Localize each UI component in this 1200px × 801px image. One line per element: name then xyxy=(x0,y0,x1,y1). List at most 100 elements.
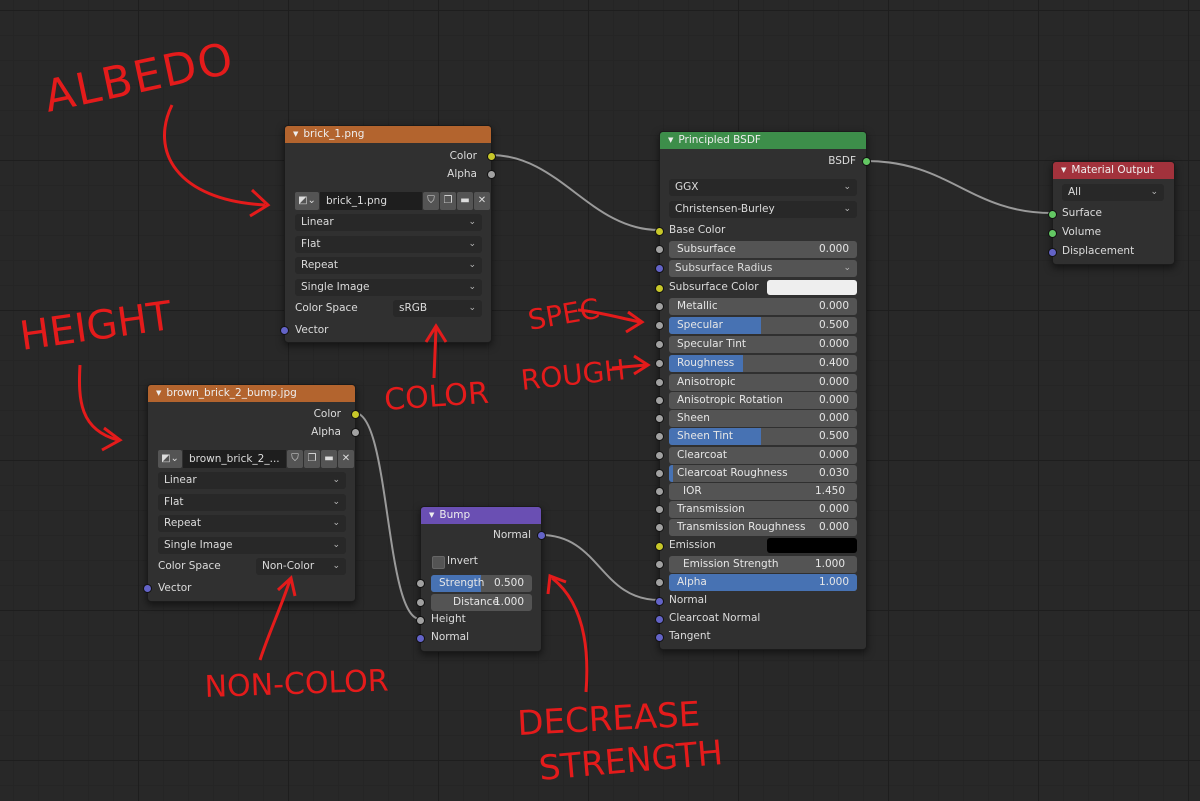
source-dropdown[interactable]: Single Image ⌄ xyxy=(158,537,346,554)
input-height-socket[interactable] xyxy=(416,616,425,625)
image-browse-icon[interactable]: ◩⌄ xyxy=(295,192,319,210)
output-alpha-socket[interactable] xyxy=(487,170,496,179)
collapse-arrow-icon[interactable]: ▼ xyxy=(156,389,161,397)
output-bsdf-socket[interactable] xyxy=(862,157,871,166)
clearcoat-field[interactable]: Clearcoat 0.000 xyxy=(669,447,857,464)
transmission-field[interactable]: Transmission 0.000 xyxy=(669,501,857,518)
image-texture-node-height[interactable]: ▼ brown_brick_2_bump.jpg Color Alpha ◩⌄ b… xyxy=(143,384,360,602)
input-clearcoat-roughness-socket[interactable] xyxy=(655,469,664,478)
unlink-close-icon[interactable]: ✕ xyxy=(474,192,490,210)
node-header[interactable]: ▼ brick_1.png xyxy=(285,126,491,143)
input-ior-socket[interactable] xyxy=(655,487,664,496)
duplicate-image-icon[interactable]: ❐ xyxy=(304,450,320,468)
color-space-dropdown[interactable]: Non-Color ⌄ xyxy=(256,558,346,575)
invert-checkbox[interactable] xyxy=(432,556,445,569)
projection-dropdown[interactable]: Flat ⌄ xyxy=(295,236,482,253)
metallic-field[interactable]: Metallic 0.000 xyxy=(669,298,857,315)
input-transmission-socket[interactable] xyxy=(655,505,664,514)
anisotropic-field[interactable]: Anisotropic 0.000 xyxy=(669,374,857,391)
node-header[interactable]: ▼ Bump xyxy=(421,507,541,524)
interpolation-dropdown[interactable]: Linear ⌄ xyxy=(158,472,346,489)
node-header[interactable]: ▼ Material Output xyxy=(1053,162,1174,179)
input-sheen-socket[interactable] xyxy=(655,414,664,423)
specular-tint-field[interactable]: Specular Tint 0.000 xyxy=(669,336,857,353)
fake-user-shield-icon[interactable]: ⛉ xyxy=(423,192,439,210)
input-tangent-socket[interactable] xyxy=(655,633,664,642)
output-color-socket[interactable] xyxy=(487,152,496,161)
bump-node[interactable]: ▼ Bump Normal Invert Strength 0.500 Dista… xyxy=(416,506,546,652)
clearcoat-roughness-slider[interactable]: Clearcoat Roughness 0.030 xyxy=(669,465,857,482)
input-distance-socket[interactable] xyxy=(416,598,425,607)
input-transmission-roughness-socket[interactable] xyxy=(655,523,664,532)
anisotropic-rotation-field[interactable]: Anisotropic Rotation 0.000 xyxy=(669,392,857,409)
input-surface-socket[interactable] xyxy=(1048,210,1057,219)
target-dropdown[interactable]: All ⌄ xyxy=(1062,184,1164,201)
image-name-field[interactable]: brick_1.png xyxy=(320,192,422,210)
sheen-field[interactable]: Sheen 0.000 xyxy=(669,410,857,427)
subsurface-method-dropdown[interactable]: Christensen-Burley ⌄ xyxy=(669,201,857,218)
image-browse-icon[interactable]: ◩⌄ xyxy=(158,450,182,468)
subsurface-field[interactable]: Subsurface 0.000 xyxy=(669,241,857,258)
open-folder-icon[interactable]: ▬ xyxy=(321,450,337,468)
node-header[interactable]: ▼ Principled BSDF xyxy=(660,132,866,149)
input-vector-socket[interactable] xyxy=(143,584,152,593)
color-space-dropdown[interactable]: sRGB ⌄ xyxy=(393,300,482,317)
projection-dropdown[interactable]: Flat ⌄ xyxy=(158,494,346,511)
output-normal-socket[interactable] xyxy=(537,531,546,540)
input-subsurface-radius-socket[interactable] xyxy=(655,264,664,273)
extension-dropdown[interactable]: Repeat ⌄ xyxy=(295,257,482,274)
image-selector[interactable]: ◩⌄ brown_brick_2_... ⛉ ❐ ▬ ✕ xyxy=(158,450,354,468)
open-folder-icon[interactable]: ▬ xyxy=(457,192,473,210)
emission-strength-field[interactable]: Emission Strength 1.000 xyxy=(669,556,857,573)
interpolation-dropdown[interactable]: Linear ⌄ xyxy=(295,214,482,231)
input-sheen-tint-socket[interactable] xyxy=(655,432,664,441)
input-clearcoat-socket[interactable] xyxy=(655,451,664,460)
node-header[interactable]: ▼ brown_brick_2_bump.jpg xyxy=(148,385,355,402)
transmission-roughness-field[interactable]: Transmission Roughness 0.000 xyxy=(669,519,857,536)
duplicate-image-icon[interactable]: ❐ xyxy=(440,192,456,210)
subsurface-radius-dropdown[interactable]: Subsurface Radius ⌄ xyxy=(669,260,857,277)
principled-bsdf-node[interactable]: ▼ Principled BSDF BSDF GGX ⌄ Christensen-B… xyxy=(655,131,871,650)
input-strength-socket[interactable] xyxy=(416,579,425,588)
source-dropdown[interactable]: Single Image ⌄ xyxy=(295,279,482,296)
image-selector[interactable]: ◩⌄ brick_1.png ⛉ ❐ ▬ ✕ xyxy=(295,192,490,210)
collapse-arrow-icon[interactable]: ▼ xyxy=(1061,166,1066,174)
output-color-socket[interactable] xyxy=(351,410,360,419)
strength-slider[interactable]: Strength 0.500 xyxy=(431,575,532,592)
input-emission-strength-socket[interactable] xyxy=(655,560,664,569)
input-base-color-socket[interactable] xyxy=(655,227,664,236)
subsurface-color-swatch[interactable] xyxy=(767,280,857,295)
roughness-slider[interactable]: Roughness 0.400 xyxy=(669,355,857,372)
input-vector-socket[interactable] xyxy=(280,326,289,335)
sheen-tint-slider[interactable]: Sheen Tint 0.500 xyxy=(669,428,857,445)
fake-user-shield-icon[interactable]: ⛉ xyxy=(287,450,303,468)
image-texture-node-albedo[interactable]: ▼ brick_1.png Color Alpha ◩⌄ brick_1.png … xyxy=(280,125,496,343)
input-metallic-socket[interactable] xyxy=(655,302,664,311)
input-displacement-socket[interactable] xyxy=(1048,248,1057,257)
ior-field[interactable]: IOR 1.450 xyxy=(669,483,857,500)
distribution-dropdown[interactable]: GGX ⌄ xyxy=(669,179,857,196)
input-normal-socket[interactable] xyxy=(655,597,664,606)
input-anisotropic-rotation-socket[interactable] xyxy=(655,396,664,405)
distance-field[interactable]: Distance 1.000 xyxy=(431,594,532,611)
collapse-arrow-icon[interactable]: ▼ xyxy=(429,511,434,519)
input-specular-socket[interactable] xyxy=(655,321,664,330)
input-normal-socket[interactable] xyxy=(416,634,425,643)
input-emission-socket[interactable] xyxy=(655,542,664,551)
input-alpha-socket[interactable] xyxy=(655,578,664,587)
collapse-arrow-icon[interactable]: ▼ xyxy=(293,130,298,138)
input-roughness-socket[interactable] xyxy=(655,359,664,368)
input-subsurface-socket[interactable] xyxy=(655,245,664,254)
input-subsurface-color-socket[interactable] xyxy=(655,284,664,293)
unlink-close-icon[interactable]: ✕ xyxy=(338,450,354,468)
output-alpha-socket[interactable] xyxy=(351,428,360,437)
collapse-arrow-icon[interactable]: ▼ xyxy=(668,136,673,144)
image-name-field[interactable]: brown_brick_2_... xyxy=(183,450,286,468)
input-volume-socket[interactable] xyxy=(1048,229,1057,238)
input-anisotropic-socket[interactable] xyxy=(655,378,664,387)
alpha-slider[interactable]: Alpha 1.000 xyxy=(669,574,857,591)
specular-slider[interactable]: Specular 0.500 xyxy=(669,317,857,334)
input-specular-tint-socket[interactable] xyxy=(655,340,664,349)
material-output-node[interactable]: ▼ Material Output All ⌄ Surface Volume Dis… xyxy=(1048,161,1175,265)
extension-dropdown[interactable]: Repeat ⌄ xyxy=(158,515,346,532)
